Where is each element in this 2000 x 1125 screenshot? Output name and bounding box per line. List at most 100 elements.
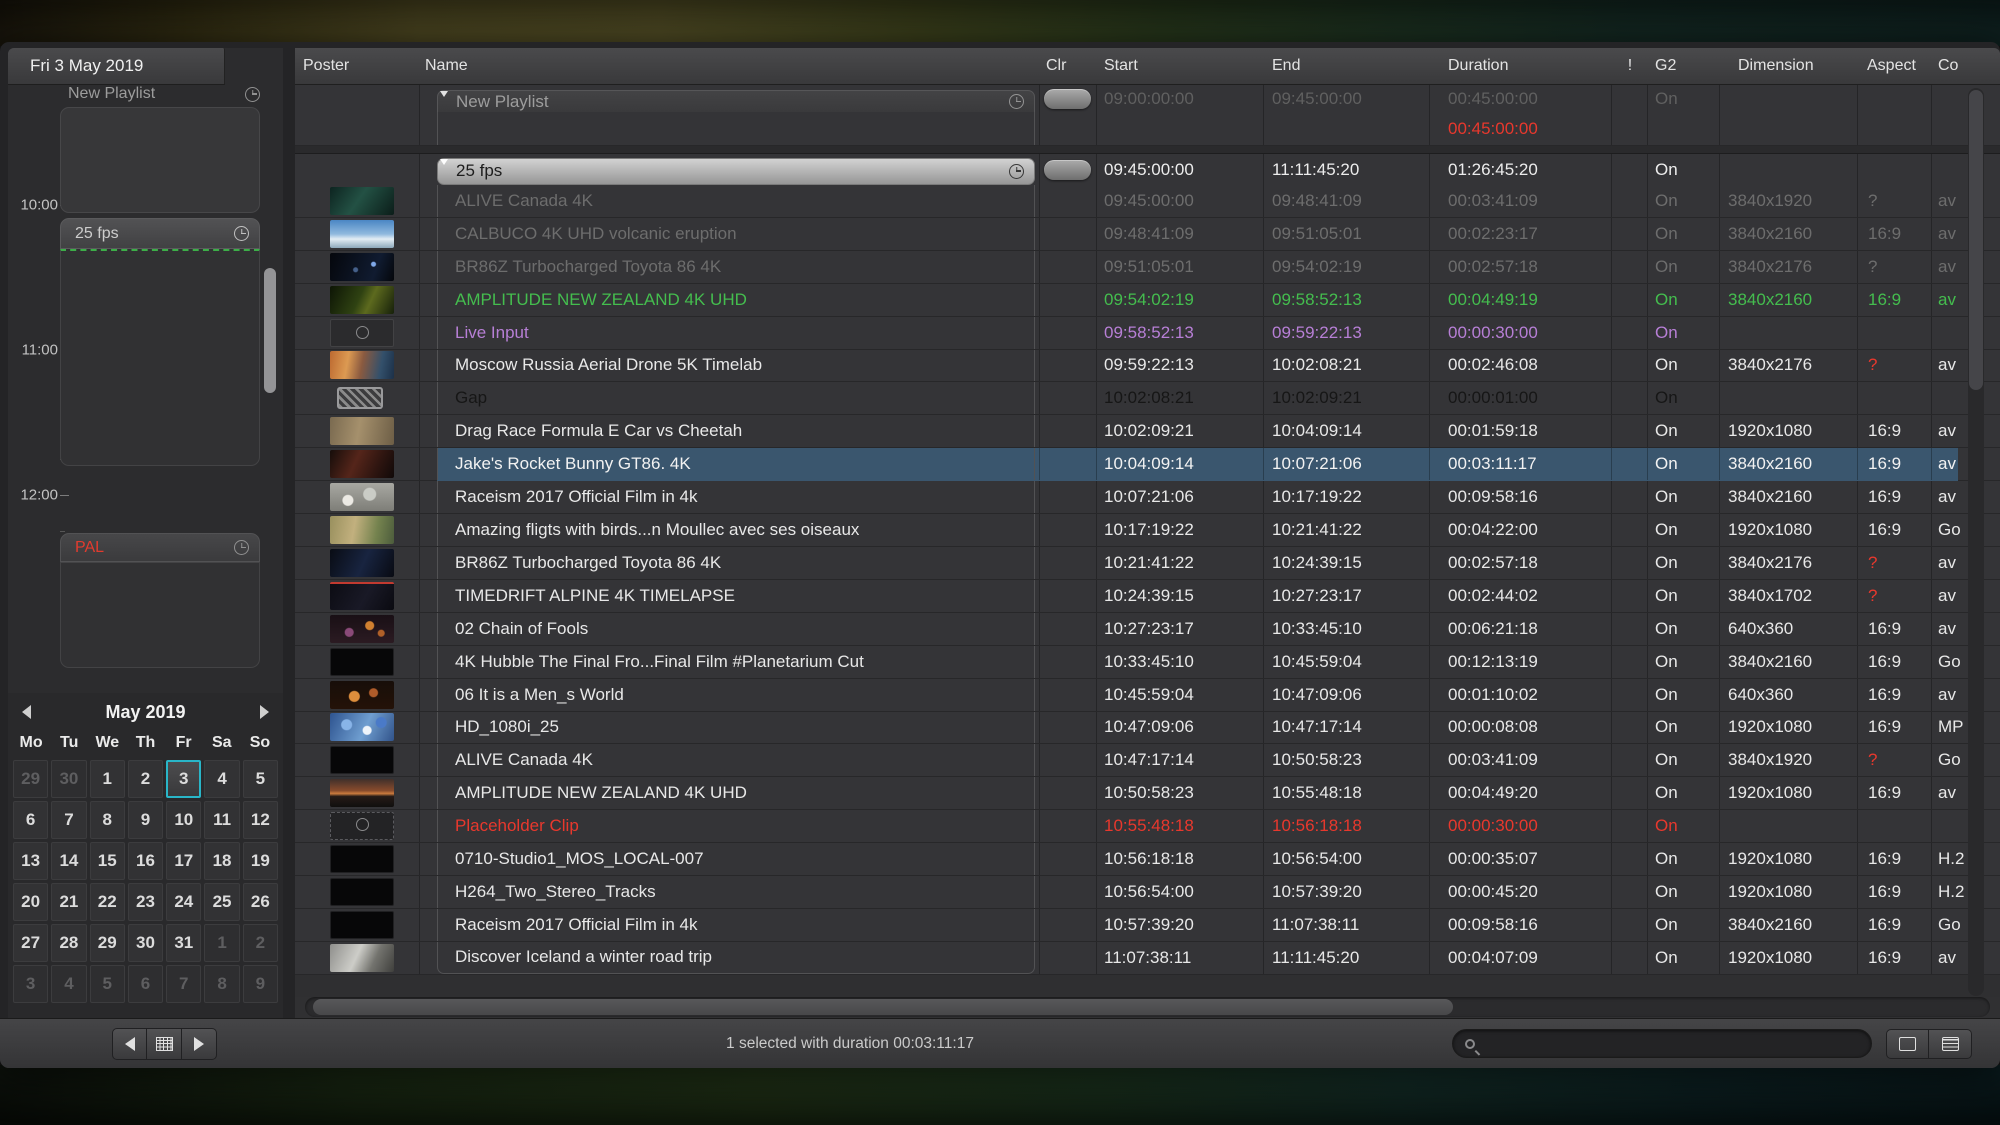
calendar-day[interactable]: 7	[51, 801, 86, 839]
calendar-day[interactable]: 11	[204, 801, 239, 839]
calendar-day[interactable]: 29	[90, 924, 125, 962]
calendar-day[interactable]: 8	[204, 965, 239, 1003]
calendar-day[interactable]: 27	[13, 924, 48, 962]
list-view-button[interactable]	[1929, 1029, 1972, 1059]
table-row[interactable]: H264_Two_Stereo_Tracks 10:56:54:00 10:57…	[295, 876, 2000, 909]
calendar-day[interactable]: 28	[51, 924, 86, 962]
table-row[interactable]: Gap 10:02:08:21 10:02:09:21 00:00:01:00 …	[295, 382, 2000, 415]
calendar-day[interactable]: 10	[166, 801, 201, 839]
clr-pill-button[interactable]	[1044, 89, 1091, 109]
timeline-block-new-playlist[interactable]	[60, 107, 260, 213]
calendar-day[interactable]: 4	[51, 965, 86, 1003]
calendar-day[interactable]: 26	[243, 883, 278, 921]
column-header-warning[interactable]: !	[1612, 57, 1648, 75]
table-row[interactable]: CALBUCO 4K UHD volcanic eruption 09:48:4…	[295, 218, 2000, 251]
disclosure-triangle-icon[interactable]	[440, 91, 448, 97]
calendar-day[interactable]: 16	[128, 842, 163, 880]
group-row-new-playlist[interactable]: New Playlist 09:00:00:00 09:45:00:00 00:…	[295, 85, 2000, 112]
timeline-block-pal[interactable]	[60, 562, 260, 668]
calendar-day[interactable]: 22	[90, 883, 125, 921]
table-row[interactable]: Drag Race Formula E Car vs Cheetah 10:02…	[295, 415, 2000, 448]
group-bar-25fps[interactable]: 25 fps	[437, 158, 1035, 185]
column-header-end[interactable]: End	[1264, 57, 1430, 75]
calendar-day[interactable]: 13	[13, 842, 48, 880]
calendar-day[interactable]: 17	[166, 842, 201, 880]
calendar-day[interactable]: 29	[13, 760, 48, 798]
calendar-day[interactable]: 5	[243, 760, 278, 798]
horizontal-scrollbar[interactable]	[305, 997, 1990, 1017]
column-header-codec[interactable]: Co	[1932, 57, 2000, 75]
calendar-day[interactable]: 12	[243, 801, 278, 839]
table-row[interactable]: BR86Z Turbocharged Toyota 86 4K 10:21:41…	[295, 547, 2000, 580]
table-row[interactable]: TIMEDRIFT ALPINE 4K TIMELAPSE 10:24:39:1…	[295, 580, 2000, 613]
table-row[interactable]: 02 Chain of Fools 10:27:23:17 10:33:45:1…	[295, 613, 2000, 646]
timeline-playlist-label-new-playlist[interactable]: New Playlist	[68, 85, 260, 105]
table-row[interactable]: HD_1080i_25 10:47:09:06 10:47:17:14 00:0…	[295, 712, 2000, 745]
calendar-day[interactable]: 14	[51, 842, 86, 880]
table-row[interactable]: Raceism 2017 Official Film in 4k 10:07:2…	[295, 481, 2000, 514]
vertical-scrollbar[interactable]	[1968, 88, 1984, 996]
column-header-clr[interactable]: Clr	[1040, 57, 1097, 75]
table-row[interactable]: BR86Z Turbocharged Toyota 86 4K 09:51:05…	[295, 251, 2000, 284]
calendar-day[interactable]: 2	[243, 924, 278, 962]
calendar-day[interactable]: 30	[128, 924, 163, 962]
column-header-dimension[interactable]: Dimension	[1720, 57, 1858, 75]
table-row[interactable]: 4K Hubble The Final Fro...Final Film #Pl…	[295, 646, 2000, 679]
calendar-day[interactable]: 2	[128, 760, 163, 798]
table-row[interactable]: 0710-Studio1_MOS_LOCAL-007 10:56:18:18 1…	[295, 843, 2000, 876]
table-row[interactable]: Live Input 09:58:52:13 09:59:22:13 00:00…	[295, 317, 2000, 350]
column-header-name[interactable]: Name	[420, 57, 1040, 75]
table-row[interactable]: Moscow Russia Aerial Drone 5K Timelab 09…	[295, 350, 2000, 383]
calendar-day[interactable]: 9	[243, 965, 278, 1003]
table-row[interactable]: Placeholder Clip 10:55:48:18 10:56:18:18…	[295, 810, 2000, 843]
search-field[interactable]	[1452, 1029, 1872, 1058]
table-header-row[interactable]: Poster Name Clr Start End Duration ! G2 …	[295, 48, 2000, 85]
next-day-button[interactable]	[182, 1028, 217, 1060]
calendar-day[interactable]: 3	[13, 965, 48, 1003]
table-row[interactable]: AMPLITUDE NEW ZEALAND 4K UHD 09:54:02:19…	[295, 284, 2000, 317]
calendar-day[interactable]: 6	[13, 801, 48, 839]
table-row[interactable]: ALIVE Canada 4K 09:45:00:00 09:48:41:09 …	[295, 185, 2000, 218]
column-header-aspect[interactable]: Aspect	[1858, 57, 1932, 75]
calendar-day[interactable]: 6	[128, 965, 163, 1003]
calendar-day[interactable]: 3	[166, 760, 201, 798]
calendar-prev-month-button[interactable]	[22, 705, 31, 719]
table-row[interactable]: 06 It is a Men_s World 10:45:59:04 10:47…	[295, 679, 2000, 712]
table-row[interactable]: Discover Iceland a winter road trip 11:0…	[295, 942, 2000, 975]
calendar-day[interactable]: 19	[243, 842, 278, 880]
calendar-day[interactable]: 24	[166, 883, 201, 921]
table-row[interactable]: AMPLITUDE NEW ZEALAND 4K UHD 10:50:58:23…	[295, 777, 2000, 810]
timeline-playlist-label-25fps[interactable]: 25 fps	[60, 218, 260, 249]
timeline-block-25fps[interactable]	[60, 249, 260, 466]
timeline-panel[interactable]: 10:00 11:00 12:00 New Playlist	[8, 85, 283, 673]
vertical-scrollbar-thumb[interactable]	[1969, 90, 1983, 390]
column-header-g2[interactable]: G2	[1648, 57, 1720, 75]
calendar-day[interactable]: 4	[204, 760, 239, 798]
calendar-day[interactable]: 20	[13, 883, 48, 921]
group-bar-new-playlist[interactable]: New Playlist	[437, 90, 1035, 112]
calendar-day[interactable]: 1	[204, 924, 239, 962]
horizontal-scrollbar-thumb[interactable]	[313, 999, 1453, 1015]
group-row-25fps[interactable]: 25 fps 09:45:00:00 11:11:45:20 01:26:45:…	[295, 154, 2000, 185]
calendar-day[interactable]: 9	[128, 801, 163, 839]
calendar-day[interactable]: 23	[128, 883, 163, 921]
calendar-day[interactable]: 8	[90, 801, 125, 839]
calendar-next-month-button[interactable]	[260, 705, 269, 719]
table-row[interactable]: Amazing fligts with birds...n Moullec av…	[295, 514, 2000, 547]
disclosure-triangle-icon[interactable]	[440, 159, 448, 165]
table-row[interactable]: ALIVE Canada 4K 10:47:17:14 10:50:58:23 …	[295, 744, 2000, 777]
calendar-day[interactable]: 30	[51, 760, 86, 798]
clr-pill-button[interactable]	[1044, 160, 1091, 180]
calendar-day[interactable]: 25	[204, 883, 239, 921]
column-header-poster[interactable]: Poster	[295, 57, 420, 75]
calendar-day[interactable]: 7	[166, 965, 201, 1003]
sidebar-scrollbar-thumb[interactable]	[264, 268, 276, 393]
go-to-date-button[interactable]	[147, 1028, 182, 1060]
group-body-new-playlist[interactable]: 00:45:00:00	[295, 112, 2000, 146]
calendar-day[interactable]: 15	[90, 842, 125, 880]
column-header-duration[interactable]: Duration	[1430, 57, 1612, 75]
calendar-day[interactable]: 1	[90, 760, 125, 798]
calendar-day[interactable]: 21	[51, 883, 86, 921]
timeline-playlist-label-pal[interactable]: PAL	[60, 533, 260, 562]
calendar-day[interactable]: 31	[166, 924, 201, 962]
